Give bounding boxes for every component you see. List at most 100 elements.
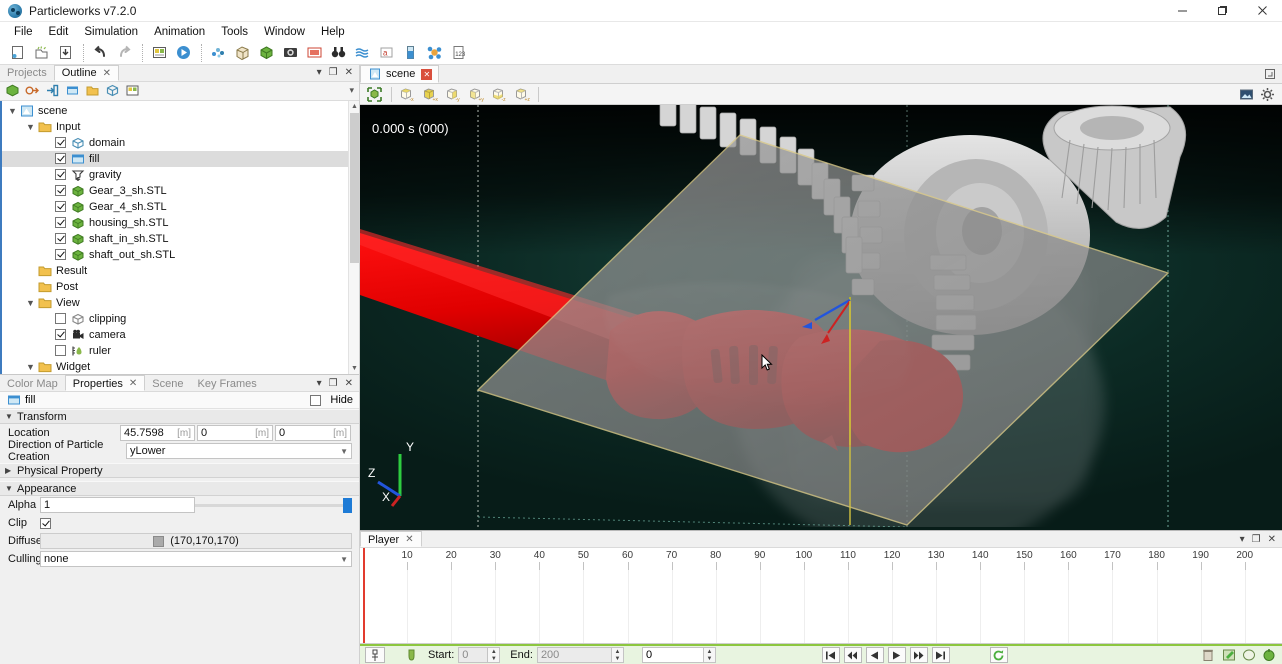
box-wireframe-icon[interactable] [231,42,254,64]
undo-icon[interactable] [89,42,112,64]
delete-icon[interactable] [1199,647,1217,663]
play-button[interactable] [887,647,906,663]
tab-outline-close-icon[interactable]: ✕ [103,68,111,79]
tree-item-checkbox[interactable] [55,185,66,197]
view-plus-y-icon[interactable]: +y [465,85,486,104]
tree-item-checkbox[interactable] [55,249,66,261]
current-frame-spinner[interactable]: 0 ▲ ▼ [641,647,716,663]
tree-item-fill[interactable]: fill [2,150,359,167]
tree-item-domain[interactable]: domain [2,135,359,151]
tab-key-frames[interactable]: Key Frames [190,375,263,391]
timeline-ruler[interactable]: 10 20 30 40 50 60 70 80 90 100 110 120 130 140 150 160 1… [360,548,1282,570]
location-z-field[interactable]: 0 [m] [275,425,351,441]
tree-item-gravity[interactable]: gravity [2,167,359,183]
loop-icon[interactable] [989,647,1008,663]
tree-item-shaft-in-sh-stl[interactable]: shaft_in_sh.STL [2,231,359,247]
tree-item-housing-sh-stl[interactable]: housing_sh.STL [2,215,359,231]
range-icon[interactable] [405,648,418,662]
import-icon[interactable] [23,82,42,99]
close-panel-icon[interactable]: ✕ [345,67,353,78]
open-project-icon[interactable] [30,42,53,64]
waves-icon[interactable] [351,42,374,64]
numbers-icon[interactable]: 123 [447,42,470,64]
direction-combo[interactable]: yLower ▼ [126,443,352,459]
view-minus-y-icon[interactable]: -y [442,85,463,104]
render-icon[interactable] [1261,647,1277,663]
chevron-down-icon[interactable]: ▾ [317,378,322,389]
step-forward-fast-button[interactable] [909,647,928,663]
tree-item-post[interactable]: Post [2,279,359,295]
new-project-icon[interactable] [6,42,29,64]
menu-help[interactable]: Help [313,24,353,40]
tree-twisty-expanded-icon[interactable]: ▼ [24,122,37,132]
start-value[interactable]: 0 [458,647,489,663]
camera-icon[interactable] [279,42,302,64]
alpha-field[interactable]: 1 [40,497,195,513]
tree-item-gear-4-sh-stl[interactable]: Gear_4_sh.STL [2,199,359,215]
menu-edit[interactable]: Edit [41,24,77,40]
snapshot-icon[interactable] [1239,87,1254,102]
green-cube-icon[interactable] [255,42,278,64]
end-value[interactable]: 200 [536,647,612,663]
save-project-icon[interactable] [54,42,77,64]
tree-twisty-expanded-icon[interactable]: ▼ [6,106,19,116]
tree-item-scene[interactable]: ▼ scene [2,103,359,119]
restore-window-icon[interactable] [1264,68,1276,80]
menu-window[interactable]: Window [256,24,313,40]
menu-simulation[interactable]: Simulation [76,24,146,40]
tab-color-map[interactable]: Color Map [0,375,65,391]
beaker-icon[interactable] [399,42,422,64]
clip-checkbox[interactable] [40,517,51,529]
viewport-tab-close-icon[interactable]: ✕ [421,68,433,80]
timeline-playhead[interactable] [363,548,365,643]
end-spinner[interactable]: 200 ▲ ▼ [536,647,624,663]
alpha-slider[interactable] [195,497,352,513]
add-scene-icon[interactable] [3,82,22,99]
record-icon[interactable] [1221,647,1237,663]
key-frame-icon[interactable] [365,647,385,663]
section-header-transform[interactable]: ▼ Transform [0,409,359,424]
export-icon[interactable] [43,82,62,99]
step-back-fast-button[interactable] [843,647,862,663]
tree-item-checkbox[interactable] [55,169,66,181]
culling-combo[interactable]: none ▼ [40,551,352,567]
minimize-button[interactable] [1162,0,1202,22]
tab-properties[interactable]: Properties ✕ [64,375,146,391]
menu-animation[interactable]: Animation [146,24,213,40]
tree-item-checkbox[interactable] [55,313,66,325]
tree-item-checkbox[interactable] [55,153,66,165]
3d-viewport[interactable]: 0.000 s (000) Y Z X [360,105,1282,530]
fill-icon[interactable] [63,82,82,99]
run-simulation-icon[interactable] [172,42,195,64]
current-frame-spin-arrows[interactable]: ▲ ▼ [703,647,716,663]
float-panel-icon[interactable]: ❐ [329,67,338,78]
go-to-start-button[interactable] [821,647,840,663]
tree-twisty-expanded-icon[interactable]: ▼ [24,362,37,372]
redo-icon[interactable] [113,42,136,64]
view-plus-z-icon[interactable]: +z [511,85,532,104]
tree-item-result[interactable]: Result [2,263,359,279]
viewport-tab-scene[interactable]: scene ✕ [360,65,440,83]
binoculars-icon[interactable] [327,42,350,64]
tab-player-close-icon[interactable]: ✕ [405,534,413,545]
section-header-physical-property[interactable]: ▶ Physical Property [0,463,359,478]
folder-icon[interactable] [83,82,102,99]
setup-simulation-icon[interactable] [148,42,171,64]
tree-item-checkbox[interactable] [55,201,66,213]
tab-projects[interactable]: Projects [0,65,54,81]
diffuse-color-field[interactable]: (170,170,170) [40,533,352,549]
tab-scene[interactable]: Scene [145,375,190,391]
close-panel-icon[interactable]: ✕ [1268,534,1276,545]
scroll-up-icon[interactable]: ▲ [349,101,359,112]
view-minus-z-icon[interactable]: -z [488,85,509,104]
chevron-down-icon[interactable]: ▾ [317,67,322,78]
tab-player[interactable]: Player ✕ [360,531,422,547]
hide-checkbox[interactable] [310,394,322,406]
outline-tree-scrollbar[interactable]: ▲ ▼ [348,100,359,374]
go-to-end-button[interactable] [931,647,950,663]
molecule-icon[interactable] [423,42,446,64]
start-spinner[interactable]: 0 ▲ ▼ [458,647,501,663]
location-x-field[interactable]: 45.7598 [m] [120,425,195,441]
tree-item-checkbox[interactable] [55,345,66,357]
settings-tree-icon[interactable] [123,82,142,99]
